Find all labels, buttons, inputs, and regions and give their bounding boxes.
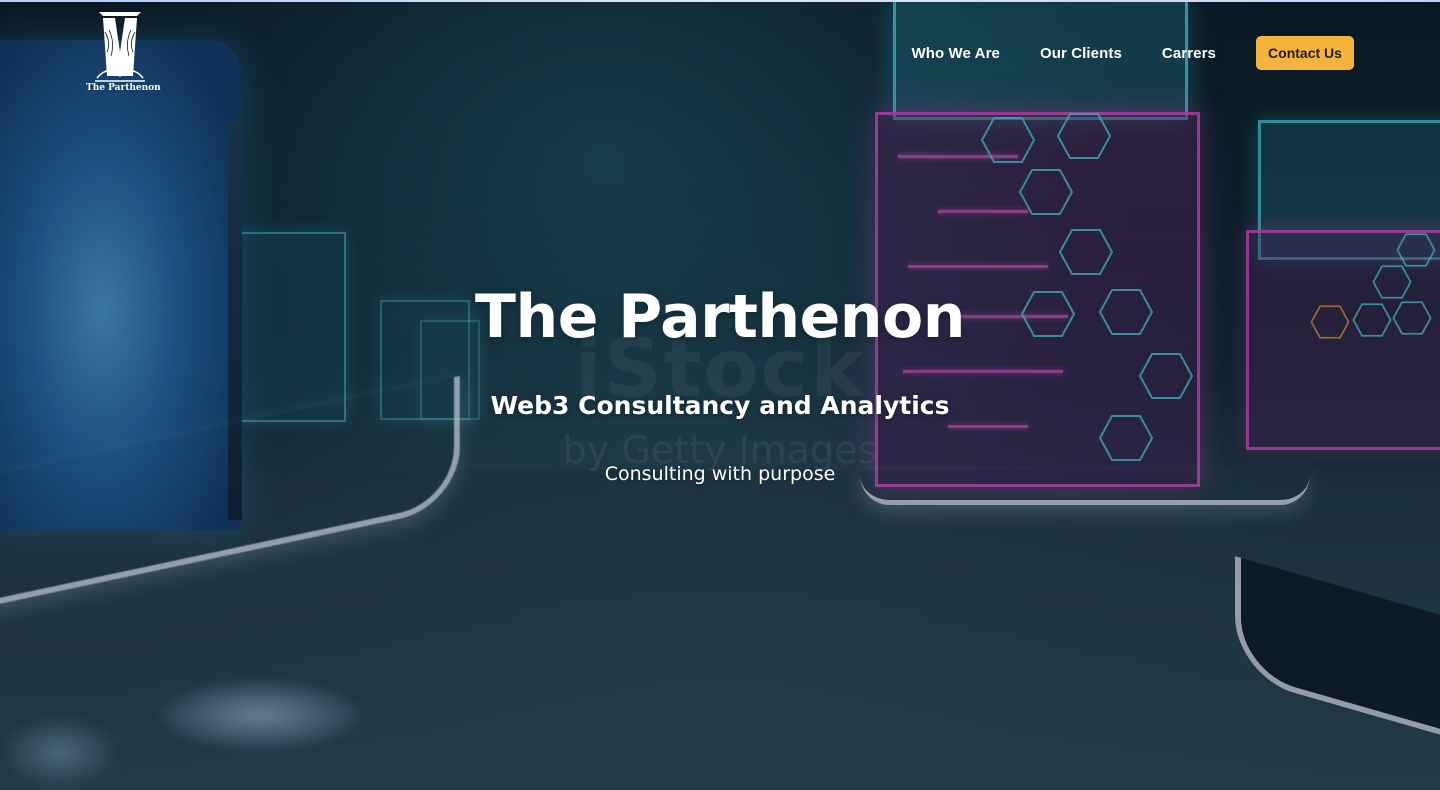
nav-link-who-we-are[interactable]: Who We Are bbox=[911, 45, 1000, 62]
hero-subtitle: Web3 Consultancy and Analytics bbox=[490, 391, 950, 420]
nav-link-our-clients[interactable]: Our Clients bbox=[1040, 45, 1122, 62]
main-nav: Who We Are Our Clients Carrers Contact U… bbox=[911, 36, 1354, 70]
hero-title: The Parthenon bbox=[475, 282, 965, 352]
nav-link-careers[interactable]: Carrers bbox=[1162, 45, 1216, 62]
site-header: The Parthenon Who We Are Our Clients Car… bbox=[0, 0, 1440, 100]
hero-tagline: Consulting with purpose bbox=[604, 463, 836, 485]
contact-us-button[interactable]: Contact Us bbox=[1256, 36, 1354, 70]
site-logo[interactable]: The Parthenon bbox=[86, 12, 161, 96]
parthenon-logo-icon bbox=[95, 12, 145, 82]
logo-text: The Parthenon bbox=[86, 83, 161, 93]
